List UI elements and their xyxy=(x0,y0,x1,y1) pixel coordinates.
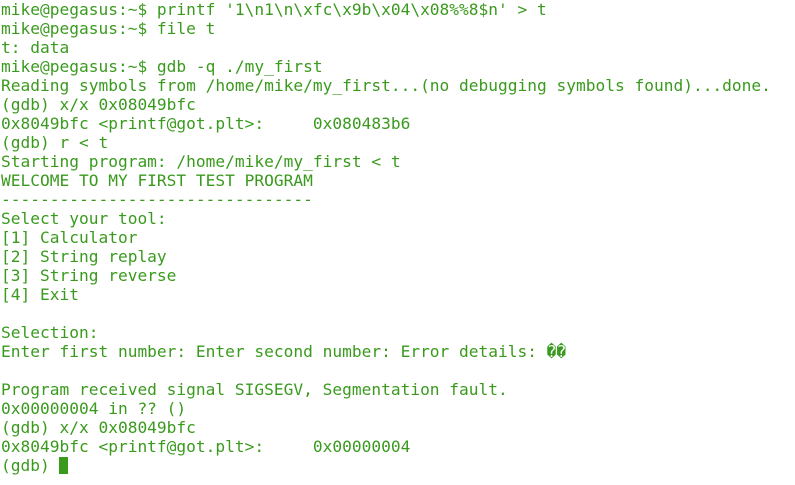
terminal-line: (gdb) x/x 0x08049bfc xyxy=(1,418,196,437)
terminal-line: mike@pegasus:~$ printf '1\n1\n\xfc\x9b\x… xyxy=(1,0,547,19)
terminal-line: [1] Calculator xyxy=(1,228,138,247)
text-cursor xyxy=(59,457,69,474)
terminal-line: [4] Exit xyxy=(1,285,79,304)
terminal-line: (gdb) x/x 0x08049bfc xyxy=(1,95,196,114)
terminal-window[interactable]: mike@pegasus:~$ printf '1\n1\n\xfc\x9b\x… xyxy=(0,0,795,485)
terminal-line: 0x00000004 in ?? () xyxy=(1,399,187,418)
terminal-line: WELCOME TO MY FIRST TEST PROGRAM xyxy=(1,171,313,190)
terminal-line: t: data xyxy=(1,38,70,57)
terminal-line: Program received signal SIGSEGV, Segment… xyxy=(1,380,508,399)
terminal-line: [3] String reverse xyxy=(1,266,177,285)
terminal-line: mike@pegasus:~$ file t xyxy=(1,19,216,38)
gdb-prompt: (gdb) xyxy=(1,456,60,475)
gdb-prompt-line[interactable]: (gdb) xyxy=(1,456,795,475)
terminal-line: Enter first number: Enter second number:… xyxy=(1,342,567,361)
terminal-line: [2] String replay xyxy=(1,247,167,266)
terminal-line: Reading symbols from /home/mike/my_first… xyxy=(1,76,771,95)
terminal-line: -------------------------------- xyxy=(1,190,313,209)
terminal-line: mike@pegasus:~$ gdb -q ./my_first xyxy=(1,57,323,76)
terminal-line: 0x8049bfc <printf@got.plt>: 0x080483b6 xyxy=(1,114,411,133)
terminal-line: Selection: xyxy=(1,323,99,342)
terminal-line: (gdb) r < t xyxy=(1,133,109,152)
terminal-line: Select your tool: xyxy=(1,209,167,228)
terminal-line: Starting program: /home/mike/my_first < … xyxy=(1,152,401,171)
terminal-line: 0x8049bfc <printf@got.plt>: 0x00000004 xyxy=(1,437,411,456)
